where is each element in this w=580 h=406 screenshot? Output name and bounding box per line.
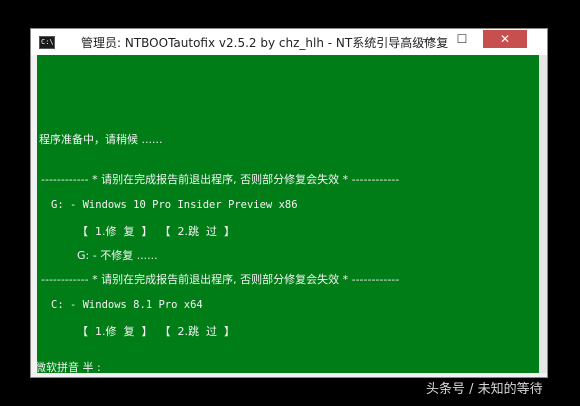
minimize-button[interactable]: — xyxy=(411,29,445,49)
title-bar[interactable]: C:\ 管理员: NTBOOTautofix v2.5.2 by chz_hlh… xyxy=(31,29,547,55)
warning-line: ------------ * 请别在完成报告前退出程序, 否则部分修复会失效 *… xyxy=(41,273,400,286)
preparing-text: 程序准备中，请稍候 ...... xyxy=(39,133,163,146)
options-line-c: 【 1.修 复 】 【 2.跳 过 】 xyxy=(77,325,235,338)
options-line-g: 【 1.修 复 】 【 2.跳 过 】 xyxy=(77,225,235,238)
status-line-g: G: - 不修复 ...... xyxy=(77,249,158,262)
os-entry-g: G: - Windows 10 Pro Insider Preview x86 xyxy=(51,199,298,211)
watermark-text: 头条号 / 未知的等待 xyxy=(426,382,543,397)
console-app-icon: C:\ xyxy=(39,36,55,49)
os-entry-c: C: - Windows 8.1 Pro x64 xyxy=(51,299,203,311)
window-title: 管理员: NTBOOTautofix v2.5.2 by chz_hlh - N… xyxy=(81,36,449,50)
console-output[interactable]: 程序准备中，请稍候 ...... ------------ * 请别在完成报告前… xyxy=(37,55,541,373)
ime-status: 微软拼音 半 : xyxy=(37,361,101,373)
vertical-scrollbar[interactable] xyxy=(539,55,547,373)
close-button[interactable]: ✕ xyxy=(483,30,527,48)
maximize-button[interactable]: ☐ xyxy=(445,29,479,49)
console-window: C:\ 管理员: NTBOOTautofix v2.5.2 by chz_hlh… xyxy=(30,28,548,378)
warning-line: ------------ * 请别在完成报告前退出程序, 否则部分修复会失效 *… xyxy=(41,173,400,186)
